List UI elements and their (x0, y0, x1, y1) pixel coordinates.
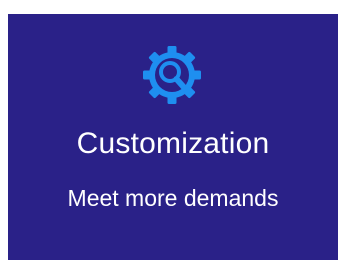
card-title: Customization (76, 127, 270, 160)
customization-card: Customization Meet more demands (8, 14, 338, 260)
card-subtitle: Meet more demands (67, 185, 279, 211)
gear-search-icon (139, 42, 205, 108)
